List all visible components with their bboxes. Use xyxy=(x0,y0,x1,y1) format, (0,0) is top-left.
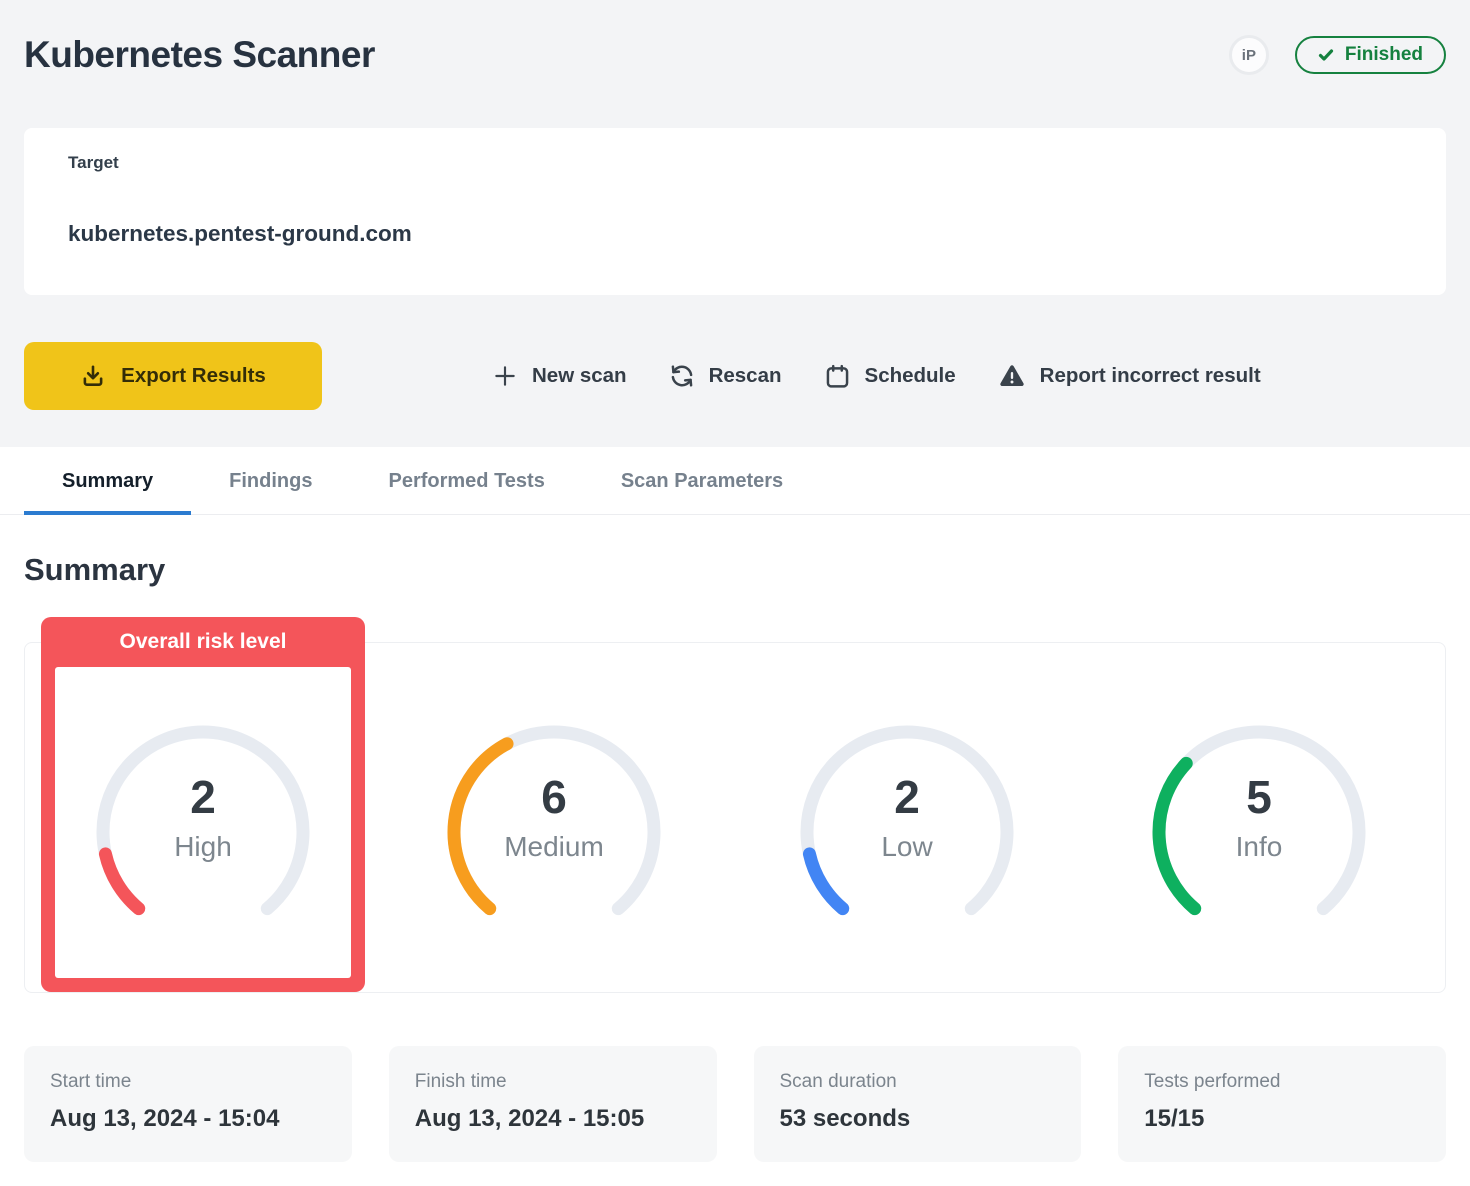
gauge-info-label: Info xyxy=(1236,830,1283,864)
stat-value: 53 seconds xyxy=(780,1105,1056,1133)
stat-card-start-time: Start time Aug 13, 2024 - 15:04 xyxy=(24,1046,352,1162)
stat-label: Finish time xyxy=(415,1071,691,1093)
gauge-medium-label: Medium xyxy=(504,830,604,864)
avatar[interactable]: iP xyxy=(1229,35,1269,75)
status-badge: Finished xyxy=(1295,36,1446,74)
header-right: iP Finished xyxy=(1229,35,1446,75)
check-icon xyxy=(1318,47,1334,63)
rescan-label: Rescan xyxy=(709,364,782,388)
export-results-button[interactable]: Export Results xyxy=(24,342,322,410)
severity-gauges-card: Overall risk level 2 High 6 Medium 2 Low xyxy=(24,642,1446,993)
gauge-medium: 6 Medium xyxy=(434,712,674,952)
gauge-info-value: 5 xyxy=(1246,772,1272,822)
warning-icon xyxy=(998,362,1026,390)
gauge-medium-value: 6 xyxy=(541,772,567,822)
page-header: Kubernetes Scanner iP Finished xyxy=(24,30,1446,80)
new-scan-label: New scan xyxy=(532,364,627,388)
stat-label: Start time xyxy=(50,1071,326,1093)
action-links: New scan Rescan Schedule xyxy=(492,362,1261,390)
target-value: kubernetes.pentest-ground.com xyxy=(68,221,1402,247)
page-title: Kubernetes Scanner xyxy=(24,34,375,76)
gauge-low-value: 2 xyxy=(894,772,920,822)
gauge-high: 2 High xyxy=(83,712,323,952)
report-incorrect-result-button[interactable]: Report incorrect result xyxy=(998,362,1261,390)
stat-card-finish-time: Finish time Aug 13, 2024 - 15:05 xyxy=(389,1046,717,1162)
gauge-high-value: 2 xyxy=(190,772,216,822)
export-results-label: Export Results xyxy=(121,364,266,388)
target-label: Target xyxy=(68,153,1402,173)
tab-summary[interactable]: Summary xyxy=(24,447,191,515)
rescan-button[interactable]: Rescan xyxy=(669,363,782,389)
tab-bar: Summary Findings Performed Tests Scan Pa… xyxy=(0,447,1470,515)
gauge-info: 5 Info xyxy=(1139,712,1379,952)
stats-row: Start time Aug 13, 2024 - 15:04 Finish t… xyxy=(24,1046,1446,1162)
schedule-button[interactable]: Schedule xyxy=(824,363,956,390)
schedule-label: Schedule xyxy=(865,364,956,388)
calendar-icon xyxy=(824,363,851,390)
stat-value: Aug 13, 2024 - 15:05 xyxy=(415,1105,691,1133)
refresh-icon xyxy=(669,363,695,389)
gauge-low: 2 Low xyxy=(787,712,1027,952)
tab-scan-parameters[interactable]: Scan Parameters xyxy=(583,447,821,515)
target-card: Target kubernetes.pentest-ground.com xyxy=(24,128,1446,295)
stat-value: 15/15 xyxy=(1144,1105,1420,1133)
actions-row: Export Results New scan Rescan xyxy=(24,342,1446,410)
status-badge-label: Finished xyxy=(1345,44,1423,66)
tab-performed-tests[interactable]: Performed Tests xyxy=(350,447,582,515)
avatar-initials: iP xyxy=(1242,47,1256,64)
stat-label: Scan duration xyxy=(780,1071,1056,1093)
summary-heading: Summary xyxy=(24,549,1446,591)
download-icon xyxy=(80,363,106,389)
plus-icon xyxy=(492,363,518,389)
stat-label: Tests performed xyxy=(1144,1071,1420,1093)
summary-content: Summary Overall risk level 2 High 6 Medi… xyxy=(0,549,1470,1162)
new-scan-button[interactable]: New scan xyxy=(492,363,627,389)
gauge-low-label: Low xyxy=(881,830,932,864)
overall-risk-label: Overall risk level xyxy=(41,617,365,667)
top-section: Kubernetes Scanner iP Finished Target ku… xyxy=(0,0,1470,447)
stat-card-tests-performed: Tests performed 15/15 xyxy=(1118,1046,1446,1162)
stat-card-scan-duration: Scan duration 53 seconds xyxy=(754,1046,1082,1162)
gauge-high-label: High xyxy=(174,830,232,864)
stat-value: Aug 13, 2024 - 15:04 xyxy=(50,1105,326,1133)
report-incorrect-result-label: Report incorrect result xyxy=(1040,364,1261,388)
tab-findings[interactable]: Findings xyxy=(191,447,350,515)
